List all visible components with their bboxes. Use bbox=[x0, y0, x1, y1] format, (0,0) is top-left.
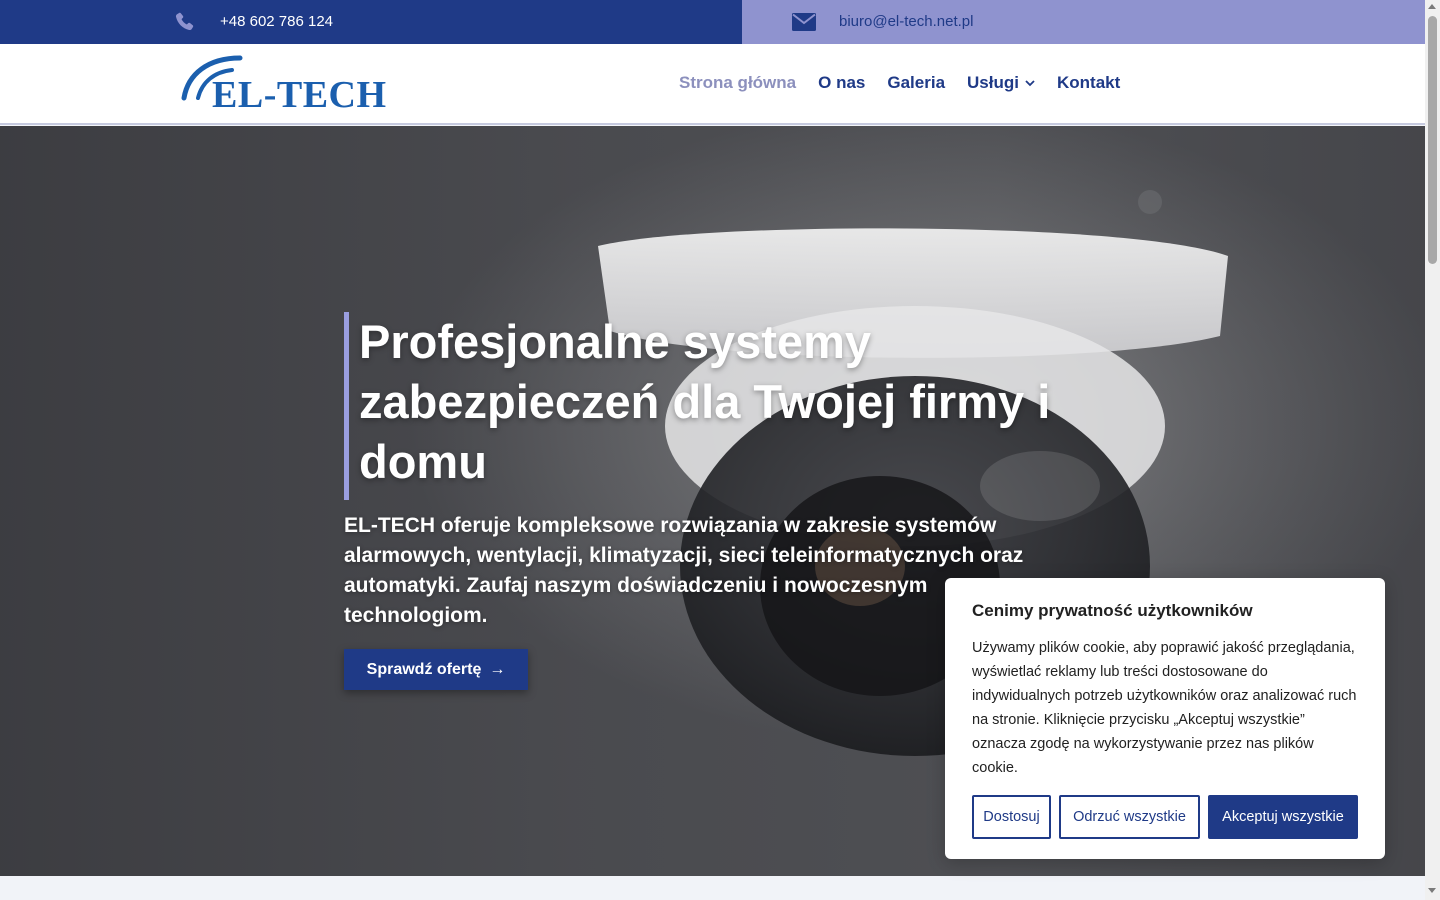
scrollbar-thumb[interactable] bbox=[1428, 16, 1437, 264]
scroll-down-arrow-icon[interactable] bbox=[1428, 888, 1436, 893]
cookie-title: Cenimy prywatność użytkowników bbox=[972, 601, 1253, 620]
cookie-accept-all-button[interactable]: Akceptuj wszystkie bbox=[1208, 795, 1358, 839]
hero-title-accent-bar bbox=[344, 312, 349, 500]
nav-item-gallery[interactable]: Galeria bbox=[887, 73, 945, 93]
cookie-customize-button[interactable]: Dostosuj bbox=[972, 795, 1051, 839]
scroll-up-arrow-icon[interactable] bbox=[1428, 4, 1436, 9]
site-logo[interactable]: EL-TECH bbox=[180, 52, 395, 118]
phone-icon bbox=[175, 12, 194, 31]
cookie-text: Używamy plików cookie, aby poprawić jako… bbox=[972, 640, 1357, 776]
chevron-down-icon bbox=[1025, 79, 1035, 86]
check-offer-button[interactable]: Sprawdź ofertę → bbox=[344, 649, 528, 690]
check-offer-button-label: Sprawdź ofertę bbox=[366, 660, 482, 678]
nav-item-services-label: Usługi bbox=[967, 73, 1019, 92]
nav-item-home[interactable]: Strona główna bbox=[679, 73, 796, 93]
logo-text: EL-TECH bbox=[212, 74, 387, 116]
hero-title: Profesjonalne systemy zabezpieczeń dla T… bbox=[359, 315, 1051, 488]
email-link[interactable]: biuro@el-tech.net.pl bbox=[839, 13, 973, 30]
cookie-reject-all-button[interactable]: Odrzuć wszystkie bbox=[1059, 795, 1200, 839]
nav-item-contact[interactable]: Kontakt bbox=[1057, 73, 1120, 93]
cookie-consent-banner: Cenimy prywatność użytkowników Używamy p… bbox=[945, 578, 1385, 859]
main-nav: Strona główna O nas Galeria Usługi Konta… bbox=[679, 73, 1120, 93]
nav-item-services[interactable]: Usługi bbox=[967, 73, 1035, 93]
arrow-right-icon: → bbox=[489, 660, 506, 678]
nav-item-about[interactable]: O nas bbox=[818, 73, 865, 93]
next-section-strip bbox=[0, 876, 1425, 900]
page-scrollbar[interactable] bbox=[1425, 0, 1440, 900]
phone-number-link[interactable]: +48 602 786 124 bbox=[220, 13, 333, 30]
site-header: EL-TECH Strona główna O nas Galeria Usłu… bbox=[0, 44, 1425, 125]
top-bar-contact-email: biuro@el-tech.net.pl bbox=[742, 0, 1425, 44]
top-bar: +48 602 786 124 biuro@el-tech.net.pl bbox=[0, 0, 1425, 44]
envelope-icon bbox=[792, 13, 816, 31]
top-bar-contact-phone: +48 602 786 124 bbox=[0, 0, 742, 44]
